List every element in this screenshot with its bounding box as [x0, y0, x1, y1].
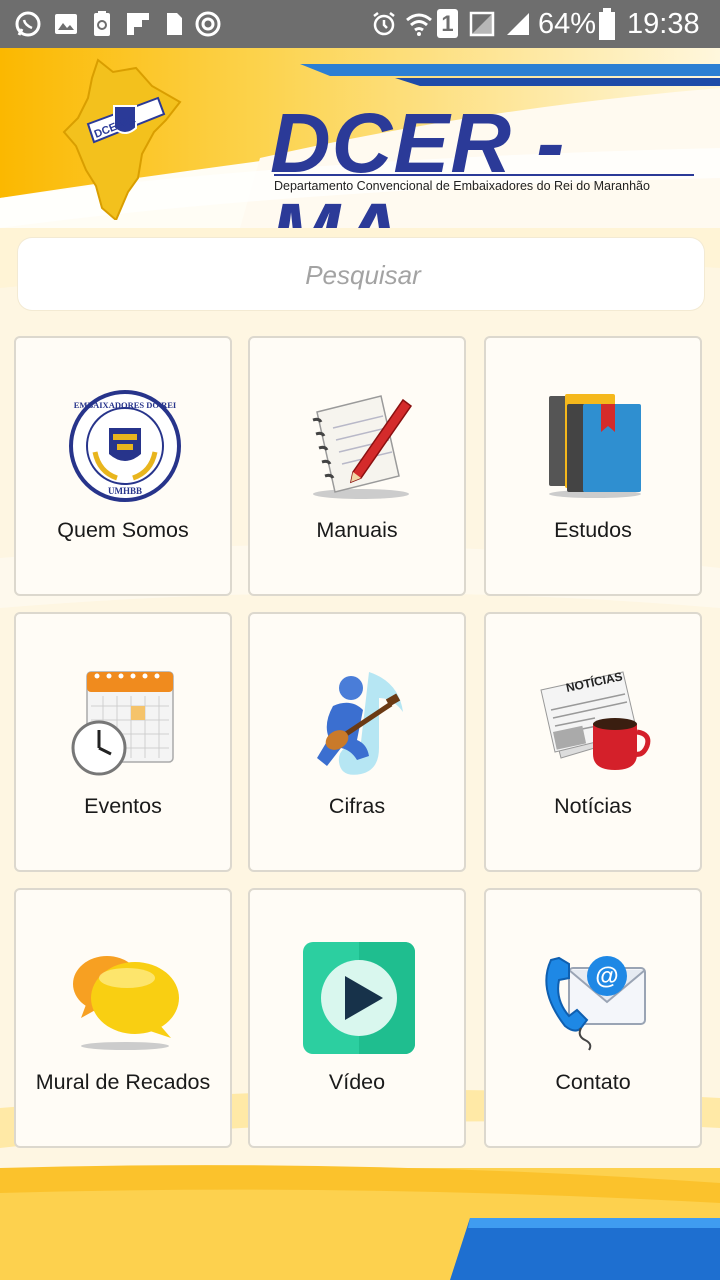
emblem-top-text: EMBAIXADORES DO REI [74, 400, 177, 410]
chat-bubbles-icon [73, 956, 179, 1050]
app-header: DCE MA DCER - MA Departamento Convencion… [0, 48, 720, 228]
menu-tile-quem-somos[interactable]: EMBAIXADORES DO REI UMHBB Quem Somos [14, 336, 232, 596]
maranhao-map-logo: DCE MA [62, 58, 182, 220]
menu-label-video: Vídeo [328, 1070, 386, 1094]
menu-label-noticias: Notícias [554, 794, 632, 818]
search-box[interactable] [18, 238, 708, 312]
menu-tile-manuais[interactable]: Manuais [248, 336, 466, 596]
embaixadores-emblem-icon: EMBAIXADORES DO REI UMHBB [69, 390, 181, 502]
app-subtitle: Departamento Convencional de Embaixadore… [274, 179, 650, 193]
wifi-icon [406, 13, 432, 36]
sim-icon [167, 13, 182, 35]
menu-label-manuais: Manuais [316, 518, 398, 542]
menu-tile-estudos[interactable]: Estudos [484, 336, 702, 596]
menu-label-quem-somos: Quem Somos [57, 518, 189, 542]
menu-tile-noticias[interactable]: NOTÍCIAS Notícias [484, 612, 702, 872]
recycle-icon [94, 11, 110, 36]
calendar-clock-icon [71, 671, 174, 776]
whatsapp-icon [15, 11, 41, 37]
menu-tile-cifras[interactable]: Cifras [248, 612, 466, 872]
signal-icon [507, 13, 529, 35]
books-icon [549, 394, 641, 498]
sync-icon [195, 11, 221, 37]
app-title: DCER - MA [270, 96, 566, 228]
video-play-icon [303, 942, 415, 1054]
menu-label-mural-de-recados: Mural de Recados [35, 1070, 211, 1094]
status-bar: 1 64% 19:38 [0, 0, 720, 48]
menu-tile-mural-de-recados[interactable]: Mural de Recados [14, 888, 232, 1148]
menu-tile-video[interactable]: Vídeo [248, 888, 466, 1148]
newspaper-coffee-icon: NOTÍCIAS [540, 668, 651, 770]
search-input[interactable] [18, 238, 708, 312]
menu-label-estudos: Estudos [554, 518, 632, 542]
gallery-icon [55, 14, 77, 34]
battery-percent: 64% [538, 8, 597, 40]
alarm-icon [373, 12, 395, 36]
phone-email-icon: @ [545, 956, 646, 1051]
menu-label-eventos: Eventos [84, 794, 162, 818]
flipboard-icon [127, 13, 149, 35]
no-signal-icon [469, 11, 495, 37]
guitar-player-icon [317, 672, 403, 775]
menu-tile-contato[interactable]: @ Contato [484, 888, 702, 1148]
battery-icon [599, 8, 615, 40]
title-underline [274, 174, 694, 176]
menu-label-contato: Contato [555, 1070, 631, 1094]
emblem-bottom-text: UMHBB [108, 486, 142, 496]
menu-label-cifras: Cifras [328, 794, 386, 818]
sim-1-icon: 1 [437, 9, 458, 38]
menu-tile-eventos[interactable]: Eventos [14, 612, 232, 872]
notepad-pencil-icon [312, 395, 413, 499]
clock: 19:38 [627, 8, 700, 40]
svg-text:@: @ [595, 963, 618, 990]
